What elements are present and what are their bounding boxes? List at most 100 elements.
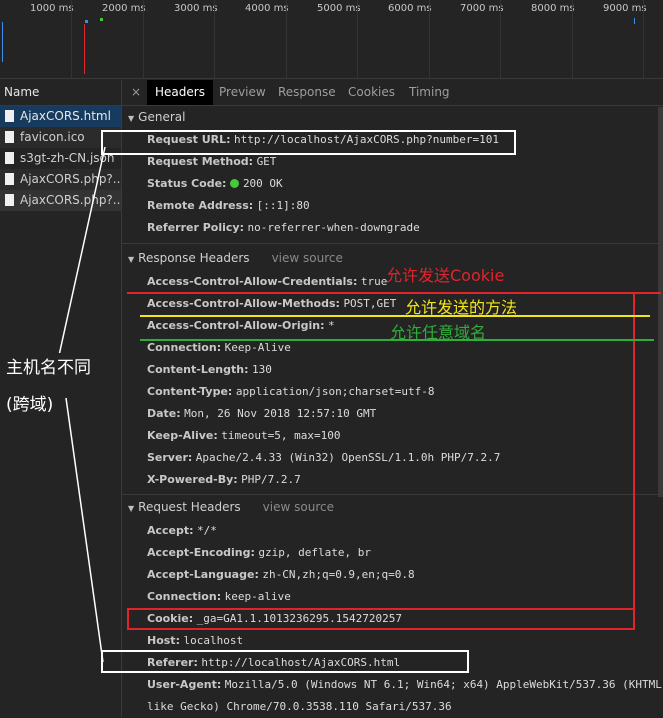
request-name: AjaxCORS.html <box>20 109 111 123</box>
header-row: Keep-Alive: timeout=5, max=100 <box>147 425 341 447</box>
header-row: like Gecko) Chrome/70.0.3538.110 Safari/… <box>147 696 452 718</box>
expand-triangle-icon: ▼ <box>128 504 135 513</box>
timeline-gridline <box>643 0 644 78</box>
header-key: Content-Type: <box>147 385 233 398</box>
header-value: like Gecko) Chrome/70.0.3538.110 Safari/… <box>147 700 452 713</box>
header-key: Request Method: <box>147 155 254 168</box>
header-key: Access-Control-Allow-Origin: <box>147 319 325 332</box>
header-value: POST,GET <box>343 297 397 310</box>
scrollbar[interactable] <box>658 107 663 497</box>
request-bar <box>634 18 635 24</box>
tab-response[interactable]: Response <box>278 80 336 105</box>
header-row: Request URL: http://localhost/AjaxCORS.p… <box>147 129 499 151</box>
header-row: Access-Control-Allow-Methods: POST,GET <box>147 293 396 315</box>
header-value: http://localhost/AjaxCORS.php?number=101 <box>234 133 499 146</box>
header-row: Cookie: _ga=GA1.1.1013236295.1542720257 <box>147 608 402 630</box>
header-value: */* <box>197 524 217 537</box>
header-row: Server: Apache/2.4.33 (Win32) OpenSSL/1.… <box>147 447 500 469</box>
timeline-gridline <box>500 0 501 78</box>
header-key: Referrer Policy: <box>147 221 244 234</box>
view-source-link[interactable]: view source <box>263 500 334 514</box>
request-item[interactable]: s3gt-zh-CN.json <box>0 148 121 169</box>
request-item[interactable]: favicon.ico <box>0 127 121 148</box>
timeline-gridline <box>143 0 144 78</box>
header-value: http://localhost/AjaxCORS.html <box>201 656 401 669</box>
tab-headers[interactable]: Headers <box>147 80 213 105</box>
section-title: Response Headers <box>138 251 250 265</box>
file-icon <box>5 131 14 143</box>
header-key: Access-Control-Allow-Credentials: <box>147 275 358 288</box>
timeline-tick: 5000 ms <box>317 3 361 14</box>
request-bar <box>85 20 88 23</box>
request-item[interactable]: AjaxCORS.php?... <box>0 190 121 211</box>
header-value: timeout=5, max=100 <box>221 429 341 442</box>
file-icon <box>5 152 14 164</box>
annotation-origin: 允许任意域名 <box>390 323 487 342</box>
timeline-gridline <box>71 0 72 78</box>
header-row: X-Powered-By: PHP/7.2.7 <box>147 469 301 491</box>
header-key: Accept: <box>147 524 194 537</box>
header-key: Server: <box>147 451 193 464</box>
header-value: localhost <box>183 634 244 647</box>
timeline-tick: 3000 ms <box>174 3 218 14</box>
header-value: zh-CN,zh;q=0.9,en;q=0.8 <box>262 568 415 581</box>
section-divider <box>122 243 663 244</box>
header-value: PHP/7.2.7 <box>241 473 301 486</box>
header-row: Access-Control-Allow-Credentials: true <box>147 271 387 293</box>
header-value: gzip, deflate, br <box>258 546 371 559</box>
timeline-tick: 7000 ms <box>460 3 504 14</box>
request-name: AjaxCORS.php?... <box>20 193 121 207</box>
header-key: Content-Length: <box>147 363 249 376</box>
header-value: Apache/2.4.33 (Win32) OpenSSL/1.1.0h PHP… <box>195 451 501 464</box>
header-key: User-Agent: <box>147 678 222 691</box>
header-key: Request URL: <box>147 133 231 146</box>
section-title: General <box>138 110 186 124</box>
close-icon[interactable]: × <box>131 85 141 99</box>
timeline-tick: 8000 ms <box>531 3 575 14</box>
request-name: AjaxCORS.php?... <box>20 172 121 186</box>
header-value: no-referrer-when-downgrade <box>247 221 420 234</box>
timeline-overview[interactable]: 1000 ms 2000 ms 3000 ms 4000 ms 5000 ms … <box>0 0 663 79</box>
header-row: Accept-Language: zh-CN,zh;q=0.9,en;q=0.8 <box>147 564 415 586</box>
request-bar <box>100 18 103 21</box>
tab-preview[interactable]: Preview <box>219 80 266 105</box>
header-row: Host: localhost <box>147 630 243 652</box>
expand-triangle-icon: ▼ <box>128 255 135 264</box>
header-row: Connection: Keep-Alive <box>147 337 291 359</box>
tab-timing[interactable]: Timing <box>409 80 450 105</box>
header-row: Accept-Encoding: gzip, deflate, br <box>147 542 371 564</box>
annotation-host-crossdomain: (跨域) <box>6 390 54 415</box>
tab-cookies[interactable]: Cookies <box>348 80 395 105</box>
header-row: Request Method: GET <box>147 151 276 173</box>
timeline-gridline <box>429 0 430 78</box>
header-key: Keep-Alive: <box>147 429 218 442</box>
header-row: Referrer Policy: no-referrer-when-downgr… <box>147 217 420 239</box>
request-headers-section-header[interactable]: ▼ Request Headers view source <box>122 496 663 518</box>
header-value: Mozilla/5.0 (Windows NT 6.1; Win64; x64)… <box>224 678 663 691</box>
header-row: Remote Address: [::1]:80 <box>147 195 310 217</box>
header-row: Content-Length: 130 <box>147 359 272 381</box>
header-key: X-Powered-By: <box>147 473 238 486</box>
timeline-tick: 2000 ms <box>102 3 146 14</box>
request-name: favicon.ico <box>20 130 85 144</box>
header-row: User-Agent: Mozilla/5.0 (Windows NT 6.1;… <box>147 674 663 696</box>
annotation-methods: 允许发送的方法 <box>405 298 518 317</box>
status-dot-icon <box>229 179 239 188</box>
header-value: keep-alive <box>224 590 291 603</box>
header-key: Date: <box>147 407 181 420</box>
general-section-header[interactable]: ▼ General <box>122 106 663 128</box>
name-column-header[interactable]: Name <box>0 80 121 106</box>
header-row: Accept: */* <box>147 520 217 542</box>
file-icon <box>5 194 14 206</box>
header-row: Date: Mon, 26 Nov 2018 12:57:10 GMT <box>147 403 376 425</box>
header-value: Mon, 26 Nov 2018 12:57:10 GMT <box>184 407 377 420</box>
file-icon <box>5 110 14 122</box>
file-icon <box>5 173 14 185</box>
request-item[interactable]: AjaxCORS.php?... <box>0 169 121 190</box>
request-item[interactable]: AjaxCORS.html <box>0 106 121 127</box>
timeline-tick: 6000 ms <box>388 3 432 14</box>
timeline-gridline <box>214 0 215 78</box>
header-value: true <box>360 275 388 288</box>
view-source-link[interactable]: view source <box>272 251 343 265</box>
header-key: Host: <box>147 634 180 647</box>
